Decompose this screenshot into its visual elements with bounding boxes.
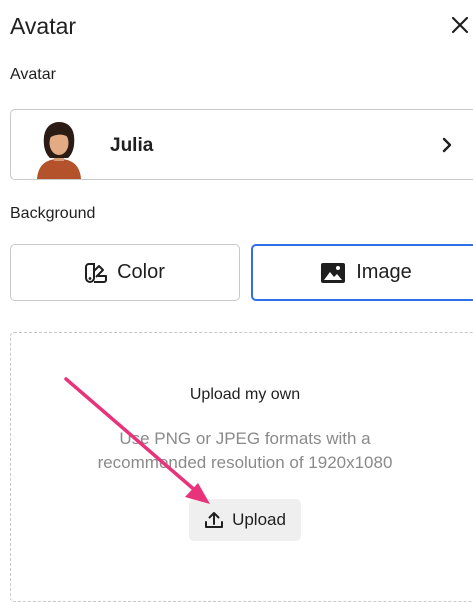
tab-color-label: Color — [117, 261, 165, 283]
upload-title: Upload my own — [189, 386, 301, 403]
image-icon — [321, 262, 346, 283]
chevron-right-icon — [442, 137, 452, 153]
avatar-name: Julia — [110, 135, 154, 156]
upload-icon — [205, 512, 224, 528]
palette-icon — [85, 262, 108, 283]
tab-image[interactable]: Image — [251, 244, 473, 301]
tab-color[interactable]: Color — [10, 244, 240, 301]
upload-button-label: Upload — [232, 510, 286, 529]
avatar-thumbnail — [37, 122, 81, 179]
close-icon[interactable] — [448, 13, 472, 37]
avatar-section-label: Avatar — [10, 66, 56, 83]
upload-description: Use PNG or JPEG formats with a recommend… — [40, 427, 450, 475]
upload-description-line2: recommended resolution of 1920x1080 — [97, 453, 393, 472]
tab-image-label: Image — [356, 261, 412, 283]
background-section-label: Background — [10, 205, 96, 222]
upload-description-line1: Use PNG or JPEG formats with a — [119, 429, 371, 448]
upload-button[interactable]: Upload — [189, 499, 301, 541]
avatar-selector[interactable]: Julia — [10, 109, 473, 180]
panel-title: Avatar — [10, 13, 77, 39]
